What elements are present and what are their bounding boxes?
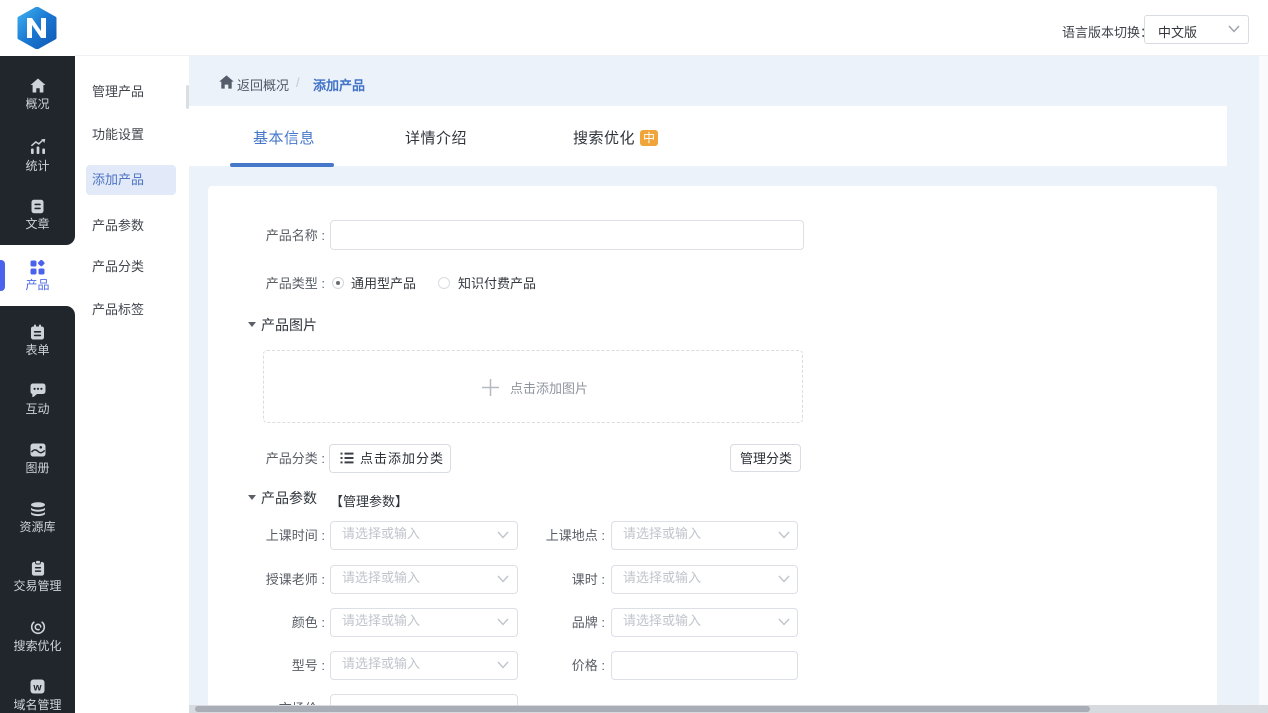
- svg-text:w: w: [32, 681, 42, 693]
